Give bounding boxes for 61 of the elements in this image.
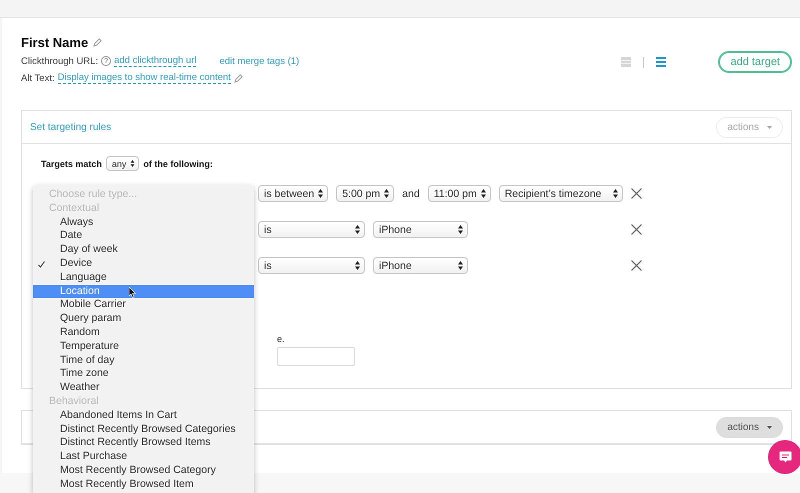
mouse-pointer-icon — [129, 286, 136, 298]
updown-caret-icon — [480, 189, 486, 198]
dropdown-select[interactable]: is — [258, 257, 365, 274]
pencil-icon[interactable] — [93, 38, 102, 47]
dropdown-option[interactable]: Time zone — [33, 367, 254, 382]
connector-text: and — [402, 188, 420, 200]
dropdown-group-label: Behavioral — [48, 394, 100, 409]
chat-button[interactable] — [768, 440, 800, 474]
dropdown-option[interactable]: Most Recently Browsed Category — [33, 464, 254, 478]
alt-text-label: Alt Text: — [21, 72, 55, 84]
actions-button[interactable]: actions — [716, 416, 783, 438]
updown-caret-icon — [458, 225, 463, 234]
updown-caret-icon — [355, 261, 360, 270]
updown-caret-icon — [613, 189, 618, 198]
dropdown-option[interactable]: Device — [33, 256, 254, 271]
dropdown-select[interactable]: is between — [258, 185, 328, 202]
caret-icon — [767, 426, 772, 428]
dropdown-option[interactable]: Abandoned Items In Cart — [33, 408, 254, 423]
updown-caret-icon — [355, 225, 360, 234]
dropdown-option[interactable]: Random — [33, 326, 254, 340]
match-suffix: of the following: — [143, 158, 213, 168]
match-select[interactable]: any — [106, 156, 140, 171]
close-icon[interactable] — [631, 260, 642, 271]
dropdown-option[interactable]: Mobile Carrier — [33, 298, 254, 312]
dropdown-option[interactable]: Time of day — [33, 354, 254, 368]
pencil-icon[interactable] — [234, 74, 243, 82]
close-icon[interactable] — [631, 224, 642, 235]
dropdown-option[interactable]: Always — [33, 216, 254, 230]
dropdown-option[interactable]: Temperature — [33, 340, 254, 354]
hint-text: e. — [277, 334, 286, 344]
dropdown-select[interactable]: iPhone — [373, 221, 468, 238]
dropdown-select[interactable]: 5:00 pm — [336, 185, 394, 202]
clickthrough-label: Clickthrough URL: — [21, 56, 98, 66]
close-icon[interactable] — [631, 188, 642, 199]
dropdown-option[interactable]: Distinct Recently Browsed Items — [33, 436, 254, 450]
dropdown-option[interactable]: Query param — [33, 312, 254, 326]
dropdown-option[interactable]: Date — [33, 229, 254, 244]
updown-caret-icon — [130, 160, 136, 167]
caret-icon — [767, 126, 772, 128]
dropdown-select[interactable]: iPhone — [373, 257, 468, 274]
dropdown-placeholder: Choose rule type... — [48, 188, 138, 202]
dropdown-select[interactable]: Recipient’s timezone — [498, 185, 623, 202]
dropdown-group-label: Contextual — [48, 202, 100, 216]
updown-caret-icon — [384, 189, 390, 198]
dropdown-option[interactable]: Language — [33, 270, 254, 285]
block-title: First Name — [21, 35, 88, 50]
rule-type-dropdown-menu[interactable] — [33, 185, 254, 493]
dropdown-option[interactable]: Day of week — [33, 243, 254, 257]
match-prefix: Targets match — [41, 158, 102, 168]
dropdown-select[interactable]: 11:00 pm — [428, 185, 491, 202]
updown-caret-icon — [318, 189, 324, 198]
panel-title: Set targeting rules — [30, 122, 112, 132]
list-view-icon[interactable] — [656, 57, 666, 67]
dropdown-option[interactable]: Weather — [33, 381, 254, 395]
dropdown-option[interactable]: Distinct Recently Browsed Categories — [33, 422, 254, 436]
updown-caret-icon — [458, 261, 463, 270]
dropdown-select[interactable]: is — [258, 221, 365, 238]
input-field[interactable] — [277, 347, 355, 366]
chat-icon — [778, 451, 792, 463]
dropdown-option[interactable]: Most Recently Browsed Item — [33, 478, 254, 492]
dropdown-option[interactable]: Last Purchase — [33, 450, 254, 464]
